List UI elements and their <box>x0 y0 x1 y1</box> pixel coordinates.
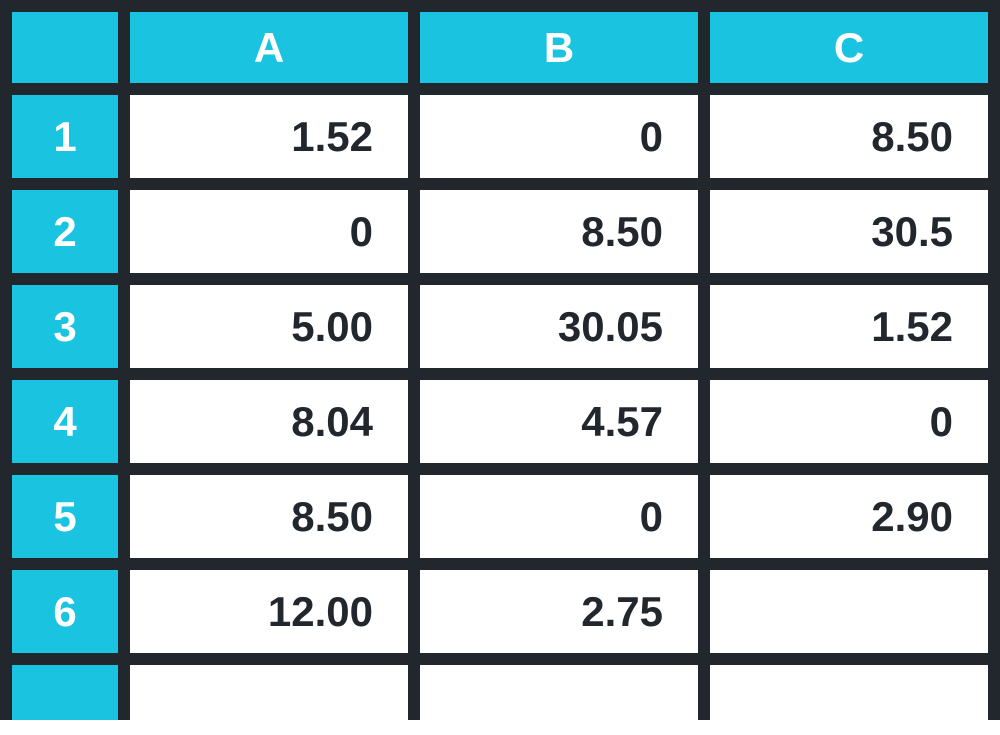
cell-c1[interactable]: 8.50 <box>710 95 1000 190</box>
row-header-2[interactable]: 2 <box>0 190 130 285</box>
row-header-3[interactable]: 3 <box>0 285 130 380</box>
table-row: 4 8.04 4.57 0 <box>0 380 1000 475</box>
row-header-5[interactable]: 5 <box>0 475 130 570</box>
table-row: 3 5.00 30.05 1.52 <box>0 285 1000 380</box>
cell-a3[interactable]: 5.00 <box>130 285 420 380</box>
cell-a1[interactable]: 1.52 <box>130 95 420 190</box>
cell-b5[interactable]: 0 <box>420 475 710 570</box>
cell-c5[interactable]: 2.90 <box>710 475 1000 570</box>
corner-cell[interactable] <box>0 0 130 95</box>
column-header-row: A B C <box>0 0 1000 95</box>
cell-c4[interactable]: 0 <box>710 380 1000 475</box>
cell-c2[interactable]: 30.5 <box>710 190 1000 285</box>
cell-a6[interactable]: 12.00 <box>130 570 420 665</box>
column-header-a[interactable]: A <box>130 0 420 95</box>
cell-b6[interactable]: 2.75 <box>420 570 710 665</box>
row-header-1[interactable]: 1 <box>0 95 130 190</box>
column-header-c[interactable]: C <box>710 0 1000 95</box>
cell-a2[interactable]: 0 <box>130 190 420 285</box>
column-header-b[interactable]: B <box>420 0 710 95</box>
cell-b7[interactable] <box>420 665 710 720</box>
row-header-7[interactable] <box>0 665 130 720</box>
table-row: 5 8.50 0 2.90 <box>0 475 1000 570</box>
cell-c3[interactable]: 1.52 <box>710 285 1000 380</box>
spreadsheet-table: A B C 1 1.52 0 8.50 2 0 8.50 30.5 3 5.00… <box>0 0 1000 720</box>
table-row: 2 0 8.50 30.5 <box>0 190 1000 285</box>
cell-b2[interactable]: 8.50 <box>420 190 710 285</box>
cell-a4[interactable]: 8.04 <box>130 380 420 475</box>
table-row: 6 12.00 2.75 <box>0 570 1000 665</box>
row-header-4[interactable]: 4 <box>0 380 130 475</box>
cell-c7[interactable] <box>710 665 1000 720</box>
row-header-6[interactable]: 6 <box>0 570 130 665</box>
table-row <box>0 665 1000 720</box>
cell-c6[interactable] <box>710 570 1000 665</box>
table-row: 1 1.52 0 8.50 <box>0 95 1000 190</box>
cell-a5[interactable]: 8.50 <box>130 475 420 570</box>
cell-a7[interactable] <box>130 665 420 720</box>
cell-b1[interactable]: 0 <box>420 95 710 190</box>
cell-b4[interactable]: 4.57 <box>420 380 710 475</box>
cell-b3[interactable]: 30.05 <box>420 285 710 380</box>
